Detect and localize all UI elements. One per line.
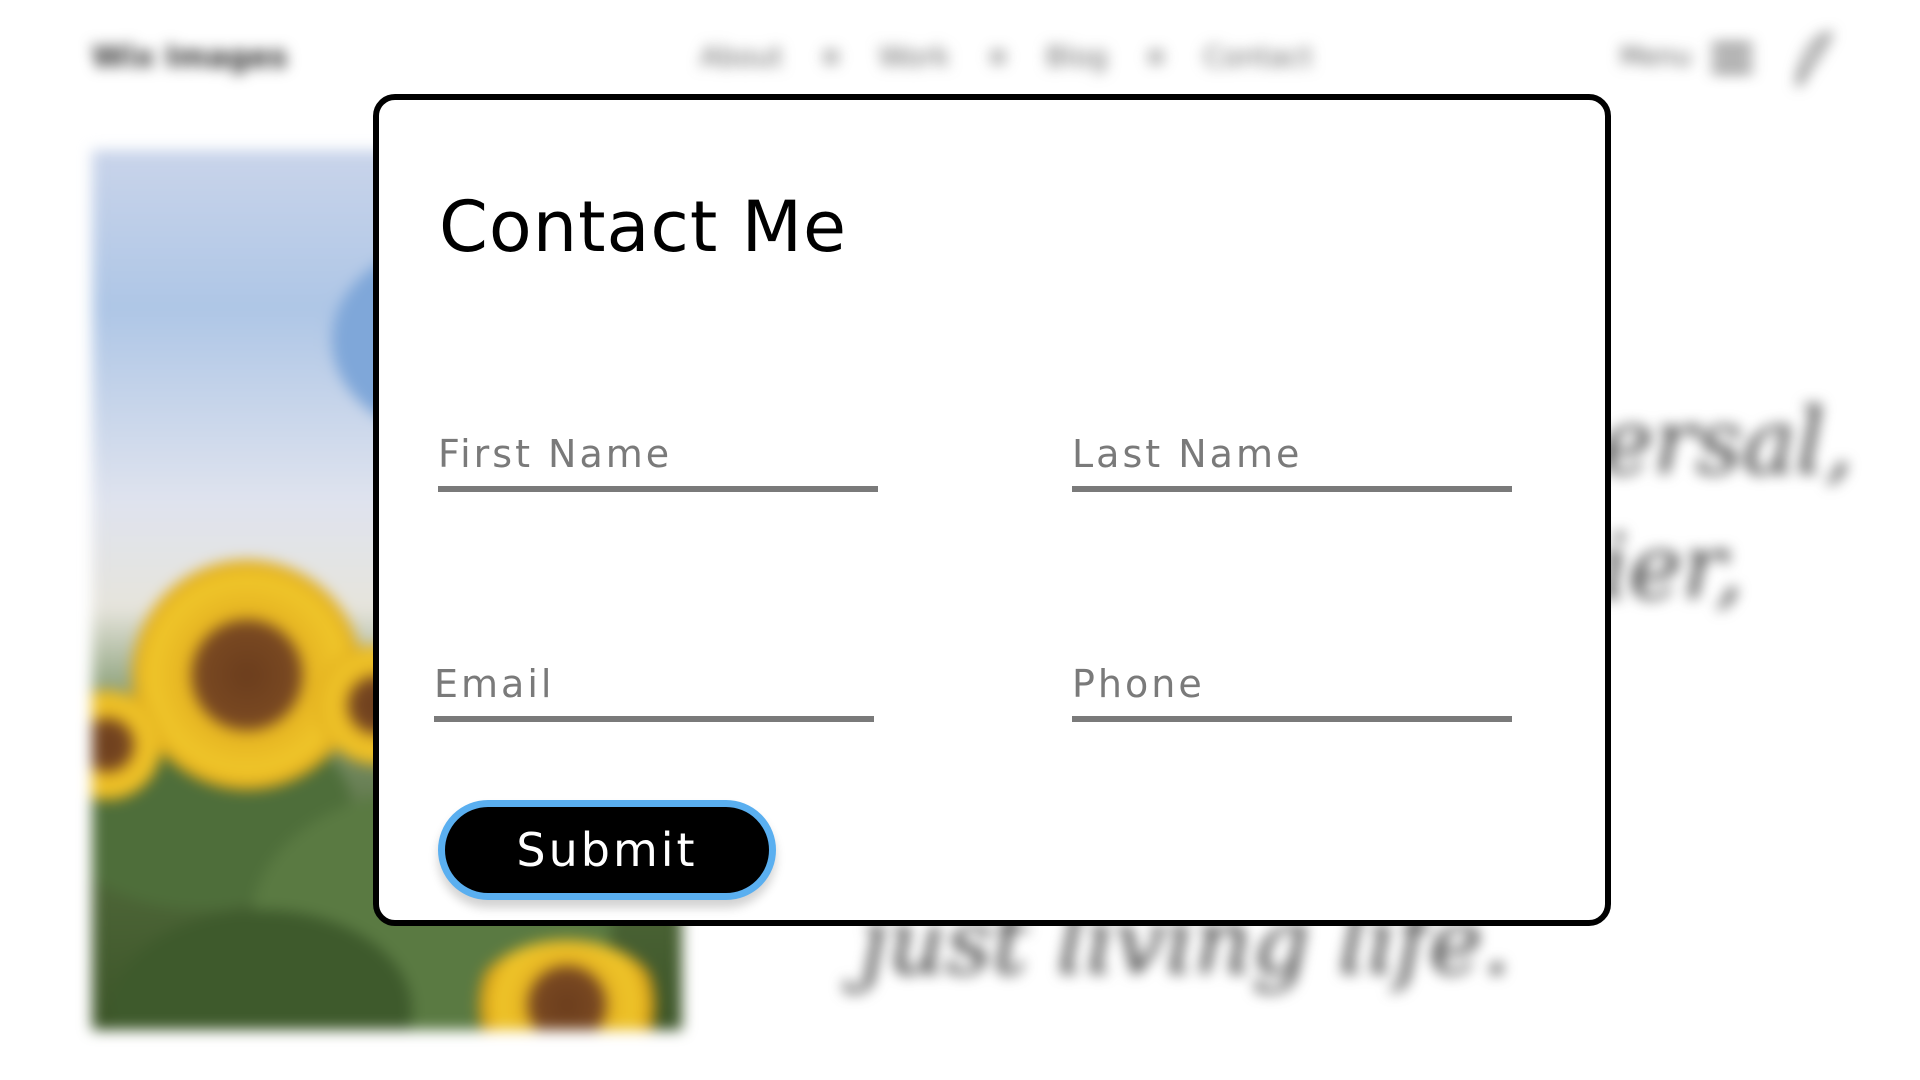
phone-input[interactable] xyxy=(1072,658,1512,722)
first-name-input[interactable] xyxy=(438,428,878,492)
nav-item-contact[interactable]: Contact xyxy=(1204,40,1313,73)
nav-item-blog[interactable]: Blog xyxy=(1046,40,1108,73)
modal-title: Contact Me xyxy=(439,186,848,268)
nav-item-about[interactable]: About xyxy=(700,40,783,73)
nav-item-work[interactable]: Work xyxy=(879,40,950,73)
last-name-input[interactable] xyxy=(1072,428,1512,492)
hero-text-line-1: ersal, xyxy=(1600,390,1854,495)
first-name-field-wrapper xyxy=(438,428,878,492)
last-name-field-wrapper xyxy=(1072,428,1512,492)
nav-separator-icon xyxy=(991,50,1004,63)
feather-icon xyxy=(1796,31,1833,87)
contact-modal: Contact Me Submit xyxy=(373,94,1611,926)
nav-separator-icon xyxy=(824,50,837,63)
email-input[interactable] xyxy=(434,658,874,722)
hero-text-line-2: ier, xyxy=(1600,515,1744,620)
menu-label[interactable]: Menu xyxy=(1620,42,1691,72)
hamburger-menu-icon[interactable] xyxy=(1712,44,1752,72)
site-nav: About Work Blog Contact xyxy=(700,40,1313,73)
email-field-wrapper xyxy=(434,658,874,722)
page: Wix Images About Work Blog Contact Menu xyxy=(0,0,1920,1080)
phone-field-wrapper xyxy=(1072,658,1512,722)
site-logo[interactable]: Wix Images xyxy=(92,40,288,75)
submit-button[interactable]: Submit xyxy=(438,800,776,900)
nav-separator-icon xyxy=(1149,50,1162,63)
